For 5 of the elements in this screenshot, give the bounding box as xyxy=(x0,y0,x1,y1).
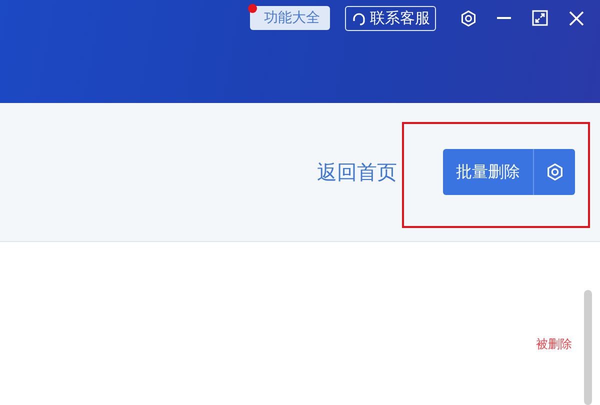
feature-button[interactable]: 功能大全 xyxy=(250,6,330,30)
status-text: 被删除 xyxy=(536,336,572,352)
support-button[interactable]: 联系客服 xyxy=(345,6,436,31)
home-link[interactable]: 返回首页 xyxy=(317,158,397,186)
batch-delete-button[interactable]: 批量删除 xyxy=(443,149,533,195)
